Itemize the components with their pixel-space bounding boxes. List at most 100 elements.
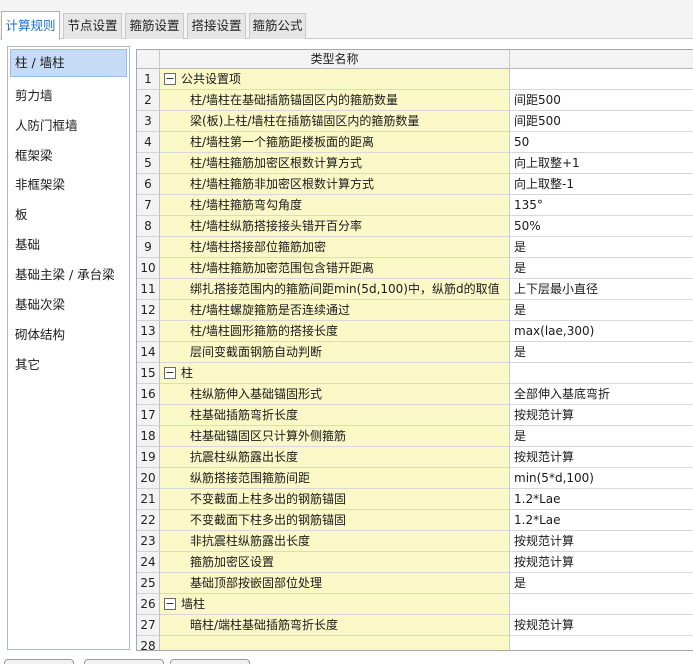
collapse-toggle-icon[interactable]: − [164, 598, 176, 610]
table-row[interactable]: 28 [137, 636, 693, 650]
table-row[interactable]: 16 柱纵筋伸入基础锚固形式 全部伸入基底弯折 [137, 384, 693, 405]
row-number: 10 [137, 258, 160, 279]
sidebar-item-foundation-secondary-beam[interactable]: 基础次梁 [10, 291, 127, 319]
table-row[interactable]: 18 柱基础锚固区只计算外侧箍筋 是 [137, 426, 693, 447]
table-row[interactable]: 6 柱/墙柱箍筋非加密区根数计算方式 向上取整-1 [137, 174, 693, 195]
rule-value-cell[interactable]: 是 [510, 342, 693, 363]
rule-value-cell[interactable] [510, 363, 693, 384]
row-number: 22 [137, 510, 160, 531]
table-row[interactable]: 20 纵筋搭接范围箍筋间距 min(5*d,100) [137, 468, 693, 489]
rule-value-cell[interactable]: 按规范计算 [510, 405, 693, 426]
table-row[interactable]: 5 柱/墙柱箍筋加密区根数计算方式 向上取整+1 [137, 153, 693, 174]
rule-value-cell[interactable]: 1.2*Lae [510, 489, 693, 510]
sidebar-item-slab[interactable]: 板 [10, 201, 127, 229]
table-row[interactable]: 11 绑扎搭接范围内的箍筋间距min(5d,100)中，纵筋d的取值 上下层最小直径 [137, 279, 693, 300]
rule-value-cell[interactable]: 50% [510, 216, 693, 237]
table-row[interactable]: 2 柱/墙柱在基础插筋锚固区内的箍筋数量 间距500 [137, 90, 693, 111]
rule-value-cell[interactable]: 按规范计算 [510, 531, 693, 552]
bottom-button-3[interactable] [170, 659, 250, 664]
rule-value-cell[interactable]: 是 [510, 237, 693, 258]
rule-name: 柱/墙柱搭接部位箍筋加密 [190, 240, 327, 254]
rule-value-cell[interactable]: 是 [510, 573, 693, 594]
row-number: 8 [137, 216, 160, 237]
group-row[interactable]: 15− 柱 [137, 363, 693, 384]
sidebar-item-masonry[interactable]: 砌体结构 [10, 321, 127, 349]
table-row[interactable]: 14 层间变截面钢筋自动判断 是 [137, 342, 693, 363]
rule-value-cell[interactable]: min(5*d,100) [510, 468, 693, 489]
table-row[interactable]: 13 柱/墙柱圆形箍筋的搭接长度 max(lae,300) [137, 321, 693, 342]
sidebar-item-column[interactable]: 柱 / 墙柱 [10, 49, 127, 77]
row-number: 19 [137, 447, 160, 468]
rule-value-cell[interactable]: 50 [510, 132, 693, 153]
sidebar-item-frame-beam[interactable]: 框架梁 [10, 142, 127, 170]
rule-name: 柱/墙柱箍筋加密区根数计算方式 [190, 156, 363, 170]
table-row[interactable]: 25 基础顶部按嵌固部位处理 是 [137, 573, 693, 594]
sidebar-item-non-frame-beam[interactable]: 非框架梁 [10, 171, 127, 199]
rule-value-cell[interactable]: 间距500 [510, 90, 693, 111]
rule-value-cell[interactable]: 是 [510, 258, 693, 279]
header-type-name[interactable]: 类型名称 [160, 50, 510, 69]
table-row[interactable]: 19 抗震柱纵筋露出长度 按规范计算 [137, 447, 693, 468]
sidebar-item-other[interactable]: 其它 [10, 351, 127, 379]
table-row[interactable]: 12 柱/墙柱螺旋箍筋是否连续通过 是 [137, 300, 693, 321]
table-row[interactable]: 24 箍筋加密区设置 按规范计算 [137, 552, 693, 573]
rule-name-cell: 柱/墙柱箍筋加密区根数计算方式 [160, 153, 510, 174]
rule-name: 层间变截面钢筋自动判断 [190, 345, 323, 359]
rule-value-cell[interactable]: max(lae,300) [510, 321, 693, 342]
table-row[interactable]: 9 柱/墙柱搭接部位箍筋加密 是 [137, 237, 693, 258]
sidebar-item-shear-wall[interactable]: 剪力墙 [10, 82, 127, 110]
table-row[interactable]: 23 非抗震柱纵筋露出长度 按规范计算 [137, 531, 693, 552]
rule-name-cell: 柱纵筋伸入基础锚固形式 [160, 384, 510, 405]
table-row[interactable]: 4 柱/墙柱第一个箍筋距楼板面的距离 50 [137, 132, 693, 153]
table-row[interactable]: 22 不变截面下柱多出的钢筋锚固 1.2*Lae [137, 510, 693, 531]
rule-value-cell[interactable] [510, 636, 693, 650]
table-row[interactable]: 3 梁(板)上柱/墙柱在插筋锚固区内的箍筋数量 间距500 [137, 111, 693, 132]
sidebar-item-civil-defense-door-wall[interactable]: 人防门框墙 [10, 112, 127, 140]
rule-name: 柱/墙柱圆形箍筋的搭接长度 [190, 324, 339, 338]
group-row[interactable]: 26− 墙柱 [137, 594, 693, 615]
rule-value-cell[interactable]: 1.2*Lae [510, 510, 693, 531]
rule-value-cell[interactable]: 按规范计算 [510, 552, 693, 573]
rule-value-cell[interactable]: 按规范计算 [510, 447, 693, 468]
table-row[interactable]: 27 暗柱/端柱基础插筋弯折长度 按规范计算 [137, 615, 693, 636]
tab-lap-settings[interactable]: 搭接设置 [187, 13, 246, 39]
bottom-button-2[interactable] [84, 659, 164, 664]
row-number: 26 [137, 594, 160, 615]
rule-value-cell[interactable]: 135° [510, 195, 693, 216]
tab-stirrup-settings[interactable]: 箍筋设置 [125, 13, 184, 39]
bottom-button-1[interactable] [4, 659, 74, 664]
rule-value-cell[interactable]: 是 [510, 300, 693, 321]
tab-stirrup-formula[interactable]: 箍筋公式 [249, 13, 306, 39]
rule-value-cell[interactable]: 按规范计算 [510, 615, 693, 636]
rule-value-cell[interactable]: 是 [510, 426, 693, 447]
rule-value-cell[interactable] [510, 594, 693, 615]
table-row[interactable]: 7 柱/墙柱箍筋弯勾角度 135° [137, 195, 693, 216]
tab-node-settings[interactable]: 节点设置 [63, 13, 122, 39]
table-row[interactable]: 8 柱/墙柱纵筋搭接接头错开百分率 50% [137, 216, 693, 237]
row-number: 12 [137, 300, 160, 321]
collapse-toggle-icon[interactable]: − [164, 73, 176, 85]
rule-value-cell[interactable]: 上下层最小直径 [510, 279, 693, 300]
tab-bar: 计算规则 节点设置 箍筋设置 搭接设置 箍筋公式 [0, 0, 693, 40]
rule-name: 抗震柱纵筋露出长度 [190, 450, 299, 464]
table-row[interactable]: 21 不变截面上柱多出的钢筋锚固 1.2*Lae [137, 489, 693, 510]
table-header: 类型名称 [137, 50, 693, 69]
rule-value-cell[interactable] [510, 69, 693, 90]
rule-name: 柱基础锚固区只计算外侧箍筋 [190, 429, 347, 443]
row-number: 11 [137, 279, 160, 300]
rule-name-cell: 柱基础插筋弯折长度 [160, 405, 510, 426]
table-row[interactable]: 10 柱/墙柱箍筋加密范围包含错开距离 是 [137, 258, 693, 279]
table-row[interactable]: 17 柱基础插筋弯折长度 按规范计算 [137, 405, 693, 426]
rule-name-cell: 基础顶部按嵌固部位处理 [160, 573, 510, 594]
rule-name: 柱/墙柱箍筋弯勾角度 [190, 198, 303, 212]
rule-value-cell[interactable]: 向上取整-1 [510, 174, 693, 195]
sidebar-item-foundation[interactable]: 基础 [10, 231, 127, 259]
rule-value-cell[interactable]: 向上取整+1 [510, 153, 693, 174]
group-row[interactable]: 1− 公共设置项 [137, 69, 693, 90]
rule-name-cell: 柱基础锚固区只计算外侧箍筋 [160, 426, 510, 447]
collapse-toggle-icon[interactable]: − [164, 367, 176, 379]
rule-value-cell[interactable]: 全部伸入基底弯折 [510, 384, 693, 405]
tab-calc-rules[interactable]: 计算规则 [1, 11, 60, 40]
sidebar-item-foundation-main-beam[interactable]: 基础主梁 / 承台梁 [10, 261, 127, 289]
rule-value-cell[interactable]: 间距500 [510, 111, 693, 132]
